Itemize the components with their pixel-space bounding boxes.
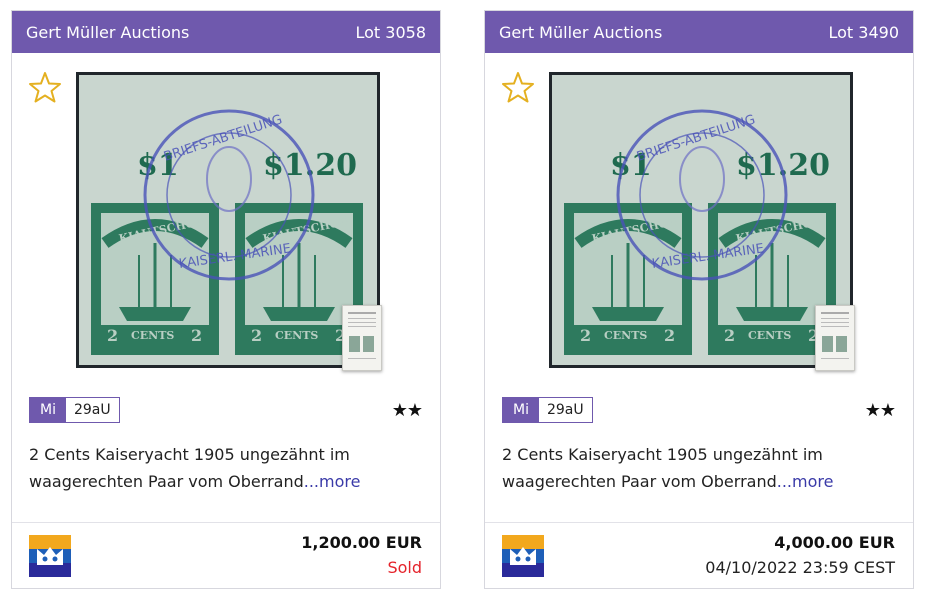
condition-mint-icon: ★★ bbox=[864, 400, 896, 421]
lot-card[interactable]: Gert Müller Auctions Lot 3058 2 2 CENTS … bbox=[11, 10, 441, 589]
more-link[interactable]: ...more bbox=[777, 472, 834, 491]
catalog-number: 29aU bbox=[538, 398, 592, 422]
price: 4,000.00 EUR bbox=[774, 533, 895, 552]
lot-card[interactable]: Gert Müller Auctions Lot 3490 2 2 CENTS … bbox=[484, 10, 914, 589]
condition-mint-icon: ★★ bbox=[391, 400, 423, 421]
stamp-image[interactable]: 2 2 CENTS KIAUTSCHOU 2 2 CENTS KIAUTSCHO… bbox=[549, 72, 853, 368]
certificate-thumbnail[interactable] bbox=[342, 305, 382, 371]
catalog-badge: Mi 29aU bbox=[29, 397, 120, 423]
catalog-number: 29aU bbox=[65, 398, 119, 422]
stamp-currency-right: CENTS bbox=[748, 329, 791, 342]
star-outline-icon[interactable] bbox=[28, 71, 62, 103]
stamp-currency-left: CENTS bbox=[131, 329, 174, 342]
footer-divider bbox=[12, 522, 440, 523]
stamp-value-left-a: 2 bbox=[580, 326, 591, 345]
catalog-badge: Mi 29aU bbox=[502, 397, 593, 423]
auctioneer-name[interactable]: Gert Müller Auctions bbox=[26, 23, 189, 42]
lot-number: Lot 3490 bbox=[828, 22, 900, 42]
lot-description: 2 Cents Kaiseryacht 1905 ungezähnt im wa… bbox=[29, 441, 429, 495]
auctioneer-name[interactable]: Gert Müller Auctions bbox=[499, 23, 662, 42]
stamp-currency-left: CENTS bbox=[604, 329, 647, 342]
sold-status: Sold bbox=[387, 558, 422, 577]
lot-number: Lot 3058 bbox=[355, 22, 427, 42]
stamp-photo: 2 2 CENTS KIAUTSCHOU 2 2 CENTS KIAUTSCHO… bbox=[552, 75, 850, 365]
lot-description: 2 Cents Kaiseryacht 1905 ungezähnt im wa… bbox=[502, 441, 902, 495]
card-header: Gert Müller Auctions Lot 3058 bbox=[12, 11, 440, 53]
description-text: 2 Cents Kaiseryacht 1905 ungezähnt im wa… bbox=[29, 445, 350, 491]
star-outline-icon[interactable] bbox=[501, 71, 535, 103]
stamp-currency-right: CENTS bbox=[275, 329, 318, 342]
price: 1,200.00 EUR bbox=[301, 533, 422, 552]
description-text: 2 Cents Kaiseryacht 1905 ungezähnt im wa… bbox=[502, 445, 823, 491]
stamp-photo: 2 2 CENTS KIAUTSCHOU 2 2 CENTS KIAUTSCHO… bbox=[79, 75, 377, 365]
catalog-name: Mi bbox=[30, 398, 66, 422]
stamp-value-left-a: 2 bbox=[107, 326, 118, 345]
catalog-name: Mi bbox=[503, 398, 539, 422]
stamp-image[interactable]: 2 2 CENTS KIAUTSCHOU 2 2 CENTS KIAUTSCHO… bbox=[76, 72, 380, 368]
stamp-value-right-a: 2 bbox=[251, 326, 262, 345]
certificate-thumbnail[interactable] bbox=[815, 305, 855, 371]
seller-logo-icon[interactable] bbox=[29, 535, 71, 577]
more-link[interactable]: ...more bbox=[304, 472, 361, 491]
card-header: Gert Müller Auctions Lot 3490 bbox=[485, 11, 913, 53]
footer-divider bbox=[485, 522, 913, 523]
seller-logo-icon[interactable] bbox=[502, 535, 544, 577]
auction-end-date: 04/10/2022 23:59 CEST bbox=[705, 558, 895, 577]
stamp-value-left-b: 2 bbox=[191, 326, 202, 345]
stamp-value-right-a: 2 bbox=[724, 326, 735, 345]
stamp-value-left-b: 2 bbox=[664, 326, 675, 345]
